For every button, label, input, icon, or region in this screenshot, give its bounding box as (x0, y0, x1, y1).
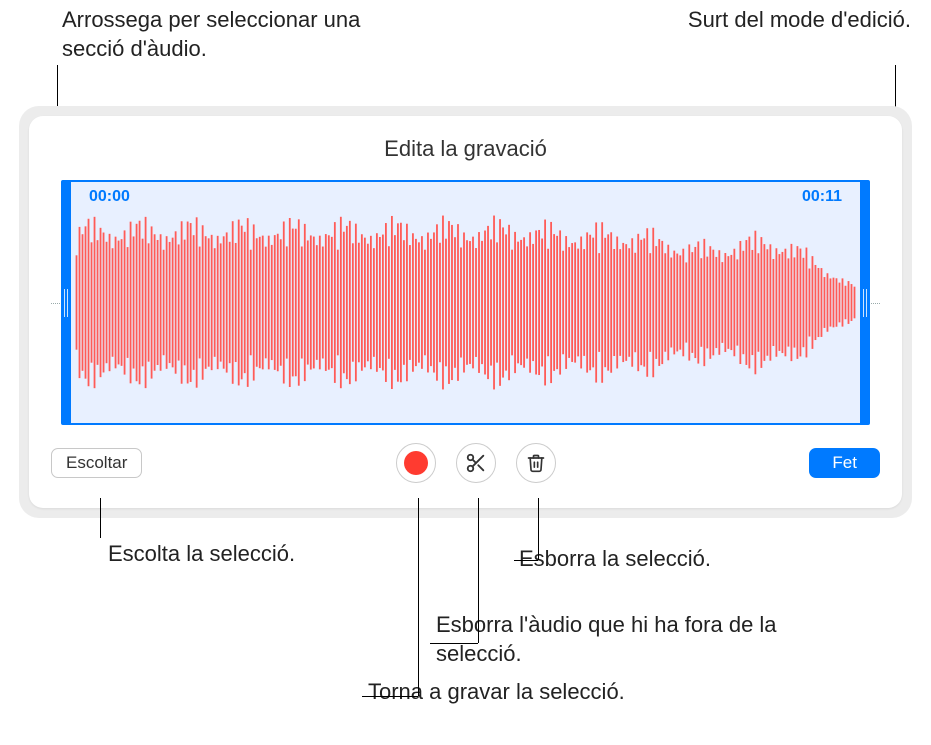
callout-drag-to-select: Arrossega per seleccionar una secció d'à… (62, 6, 362, 63)
record-button[interactable] (396, 443, 436, 483)
listen-button[interactable]: Escoltar (51, 448, 142, 478)
done-button[interactable]: Fet (809, 448, 880, 478)
waveform-icon (75, 210, 856, 395)
delete-button[interactable] (516, 443, 556, 483)
editor-window: Edita la gravació 00:00 00:11 Escoltar (19, 106, 912, 518)
leader-line (514, 560, 538, 561)
tool-group (396, 443, 556, 483)
waveform-area[interactable]: 00:00 00:11 (51, 180, 880, 425)
callout-listen-selection: Escolta la selecció. (108, 540, 308, 569)
selection-handle-left[interactable] (61, 283, 71, 323)
leader-line (430, 643, 478, 644)
trim-button[interactable] (456, 443, 496, 483)
callout-delete-selection: Esborra la selecció. (519, 545, 919, 574)
leader-line (362, 696, 418, 697)
scissors-icon (465, 452, 487, 474)
editor-title: Edita la gravació (29, 136, 902, 162)
leader-line (418, 498, 419, 696)
leader-line (100, 498, 101, 538)
leader-line (478, 498, 479, 643)
callout-exit-edit: Surt del mode d'edició. (681, 6, 911, 35)
editor-card: Edita la gravació 00:00 00:11 Escoltar (29, 116, 902, 508)
callout-trim-outside: Esborra l'àudio que hi ha fora de la sel… (436, 611, 836, 668)
selection-start-time: 00:00 (89, 188, 130, 206)
selection-end-time: 00:11 (802, 188, 842, 206)
editor-toolbar: Escoltar (29, 425, 902, 483)
record-icon (404, 451, 428, 475)
trash-icon (526, 452, 546, 474)
leader-line (538, 498, 539, 560)
selection-handle-right[interactable] (860, 283, 870, 323)
callout-rerecord-selection: Torna a gravar la selecció. (368, 678, 768, 707)
